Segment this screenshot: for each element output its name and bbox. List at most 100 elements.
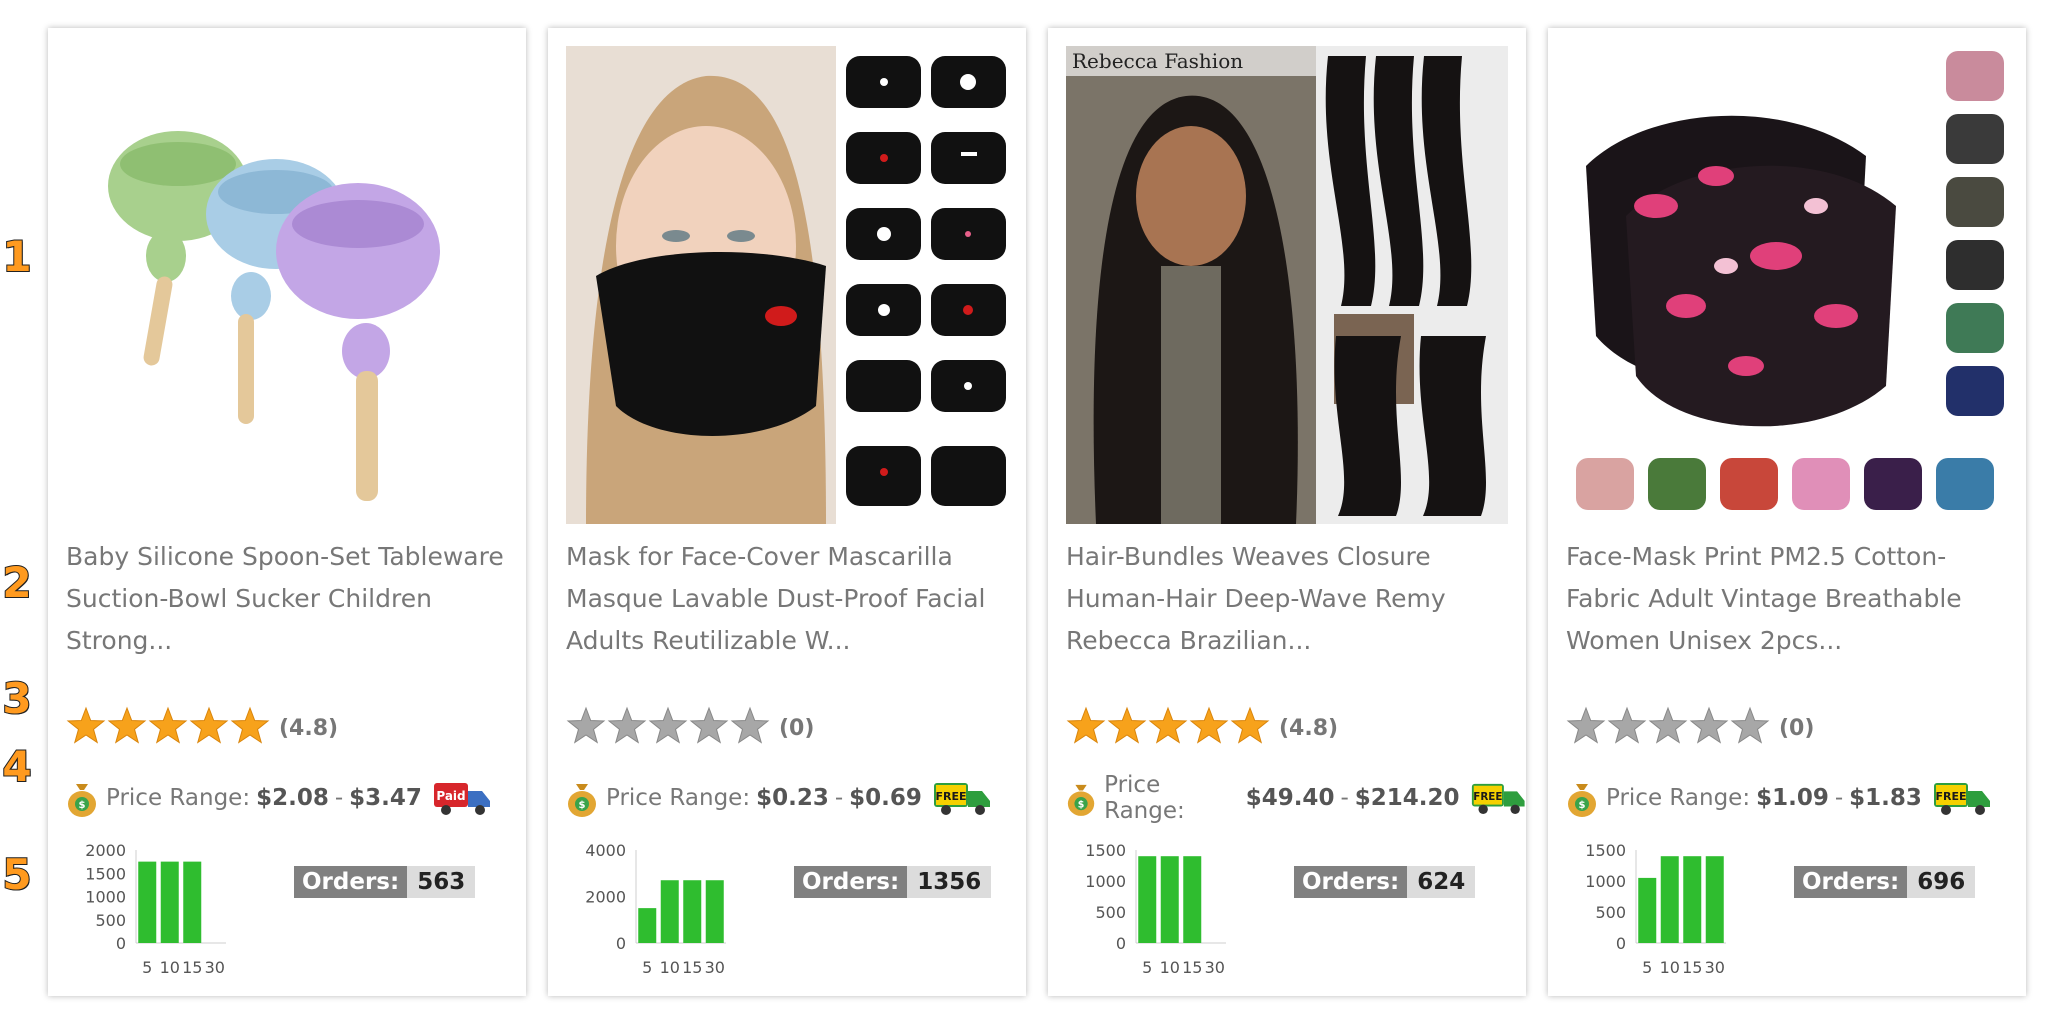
rating-count: (4.8) — [1279, 715, 1339, 741]
product-title[interactable]: Hair-Bundles Weaves Closure Human-Hair D… — [1066, 536, 1516, 662]
rating-stars: (4.8) — [66, 706, 338, 750]
free-shipping-truck-icon: FREE — [1933, 783, 1990, 815]
paid-shipping-truck-icon: Paid — [433, 783, 490, 815]
product-card[interactable]: Face-Mask Print PM2.5 Cotton-Fabric Adul… — [1548, 28, 2026, 996]
chart-y-tick: 500 — [1595, 903, 1626, 922]
chart-x-tick: 5 — [1642, 958, 1652, 977]
product-title[interactable]: Mask for Face-Cover Mascarilla Masque La… — [566, 536, 1016, 662]
svg-text:$: $ — [79, 800, 86, 811]
chart-bar — [1705, 856, 1724, 943]
product-title[interactable]: Face-Mask Print PM2.5 Cotton-Fabric Adul… — [1566, 536, 2016, 662]
chart-bar — [1683, 856, 1702, 943]
orders-count: 1356 — [907, 866, 992, 898]
orders-badge: Orders: 624 — [1294, 866, 1476, 898]
price-label: Price Range: — [1104, 772, 1185, 824]
chart-x-tick: 10 — [1160, 958, 1180, 977]
product-card[interactable]: Rebecca Fashion Hair-Bundles Weaves Clos… — [1048, 28, 1526, 996]
orders-label: Orders: — [1794, 866, 1908, 898]
star-filled-icon — [189, 706, 229, 744]
free-shipping-truck-icon: FREE — [1471, 783, 1525, 814]
chart-x-tick: 5 — [1142, 958, 1152, 977]
orders-count: 696 — [1907, 866, 1976, 898]
price-min: $0.23 — [756, 785, 829, 811]
orders-label: Orders: — [294, 866, 408, 898]
chart-y-tick: 0 — [616, 934, 626, 953]
price-max: $1.83 — [1849, 785, 1922, 811]
price-separator: - — [834, 785, 844, 811]
chart-x-tick: 15 — [1682, 958, 1702, 977]
svg-text:$: $ — [1078, 799, 1085, 810]
orders-badge: Orders: 1356 — [794, 866, 992, 898]
star-empty-icon — [1689, 706, 1729, 744]
orders-badge: Orders: 696 — [1794, 866, 1976, 898]
product-card[interactable]: Mask for Face-Cover Mascarilla Masque La… — [548, 28, 1026, 996]
star-group — [66, 706, 271, 750]
marker-2: 2 — [1, 557, 32, 608]
chart-bar — [160, 861, 179, 943]
money-bag-icon: $ — [1568, 784, 1596, 817]
chart-bar — [683, 880, 702, 943]
star-filled-icon — [230, 706, 270, 744]
chart-y-tick: 1000 — [85, 888, 126, 907]
chart-x-tick: 5 — [142, 958, 152, 977]
shipping-badge-text: FREE — [935, 790, 966, 803]
star-empty-icon — [1648, 706, 1688, 744]
price-min: $2.08 — [256, 785, 329, 811]
price-label: Price Range: — [106, 785, 251, 811]
money-bag-icon: $ — [68, 784, 96, 817]
chart-x-tick: 10 — [160, 958, 180, 977]
shipping-badge-text: Paid — [436, 789, 465, 803]
product-image[interactable] — [66, 46, 508, 524]
chart-bar — [705, 880, 724, 943]
rating-count: (0) — [1779, 715, 1815, 741]
price-separator: - — [334, 785, 344, 811]
product-card[interactable]: Baby Silicone Spoon-Set Tableware Suctio… — [48, 28, 526, 996]
chart-y-tick: 0 — [1616, 934, 1626, 953]
star-empty-icon — [1730, 706, 1770, 744]
chart-y-tick: 1500 — [85, 864, 126, 883]
chart-y-tick: 500 — [1095, 903, 1126, 922]
money-bag-icon: $ — [568, 784, 596, 817]
chart-x-tick: 15 — [1182, 958, 1202, 977]
product-image[interactable] — [1566, 46, 2008, 524]
product-title[interactable]: Baby Silicone Spoon-Set Tableware Suctio… — [66, 536, 516, 662]
chart-x-tick: 10 — [1660, 958, 1680, 977]
svg-text:$: $ — [579, 800, 586, 811]
price-separator: - — [1834, 785, 1844, 811]
price-label: Price Range: — [606, 785, 751, 811]
svg-text:Rebecca Fashion: Rebecca Fashion — [1072, 49, 1243, 73]
orders-chart: 0 2000 4000 5 10 15 30 — [585, 841, 726, 977]
chart-y-tick: 1000 — [1085, 872, 1126, 891]
svg-text:$: $ — [1579, 800, 1586, 811]
price-max: $214.20 — [1354, 785, 1460, 811]
star-filled-icon — [107, 706, 147, 744]
orders-label: Orders: — [794, 866, 908, 898]
chart-bar — [1660, 856, 1679, 943]
marker-5: 5 — [1, 849, 32, 900]
star-filled-icon — [1189, 706, 1229, 744]
orders-count: 563 — [407, 866, 476, 898]
chart-bar — [1183, 856, 1202, 943]
marker-3: 3 — [1, 673, 32, 724]
chart-x-tick: 5 — [642, 958, 652, 977]
star-empty-icon — [1607, 706, 1647, 744]
chart-bar — [660, 880, 679, 943]
product-image[interactable] — [566, 46, 1008, 524]
product-image[interactable]: Rebecca Fashion — [1066, 46, 1508, 524]
price-range: $ Price Range: $2.08 - $3.47 Paid — [66, 776, 492, 820]
chart-bar — [1160, 856, 1179, 943]
orders-count: 624 — [1407, 866, 1476, 898]
price-max: $0.69 — [849, 785, 922, 811]
star-filled-icon — [1066, 706, 1106, 744]
star-group — [566, 706, 771, 750]
chart-y-tick: 1000 — [1585, 872, 1626, 891]
chart-y-tick: 500 — [95, 911, 126, 930]
star-filled-icon — [1148, 706, 1188, 744]
rating-stars: (0) — [566, 706, 815, 750]
chart-x-tick: 30 — [705, 958, 725, 977]
rating-stars: (4.8) — [1066, 706, 1339, 748]
chart-bar — [1638, 877, 1657, 943]
chart-x-tick: 15 — [682, 958, 702, 977]
rating-count: (0) — [779, 715, 815, 741]
money-bag-icon: $ — [1067, 784, 1095, 816]
